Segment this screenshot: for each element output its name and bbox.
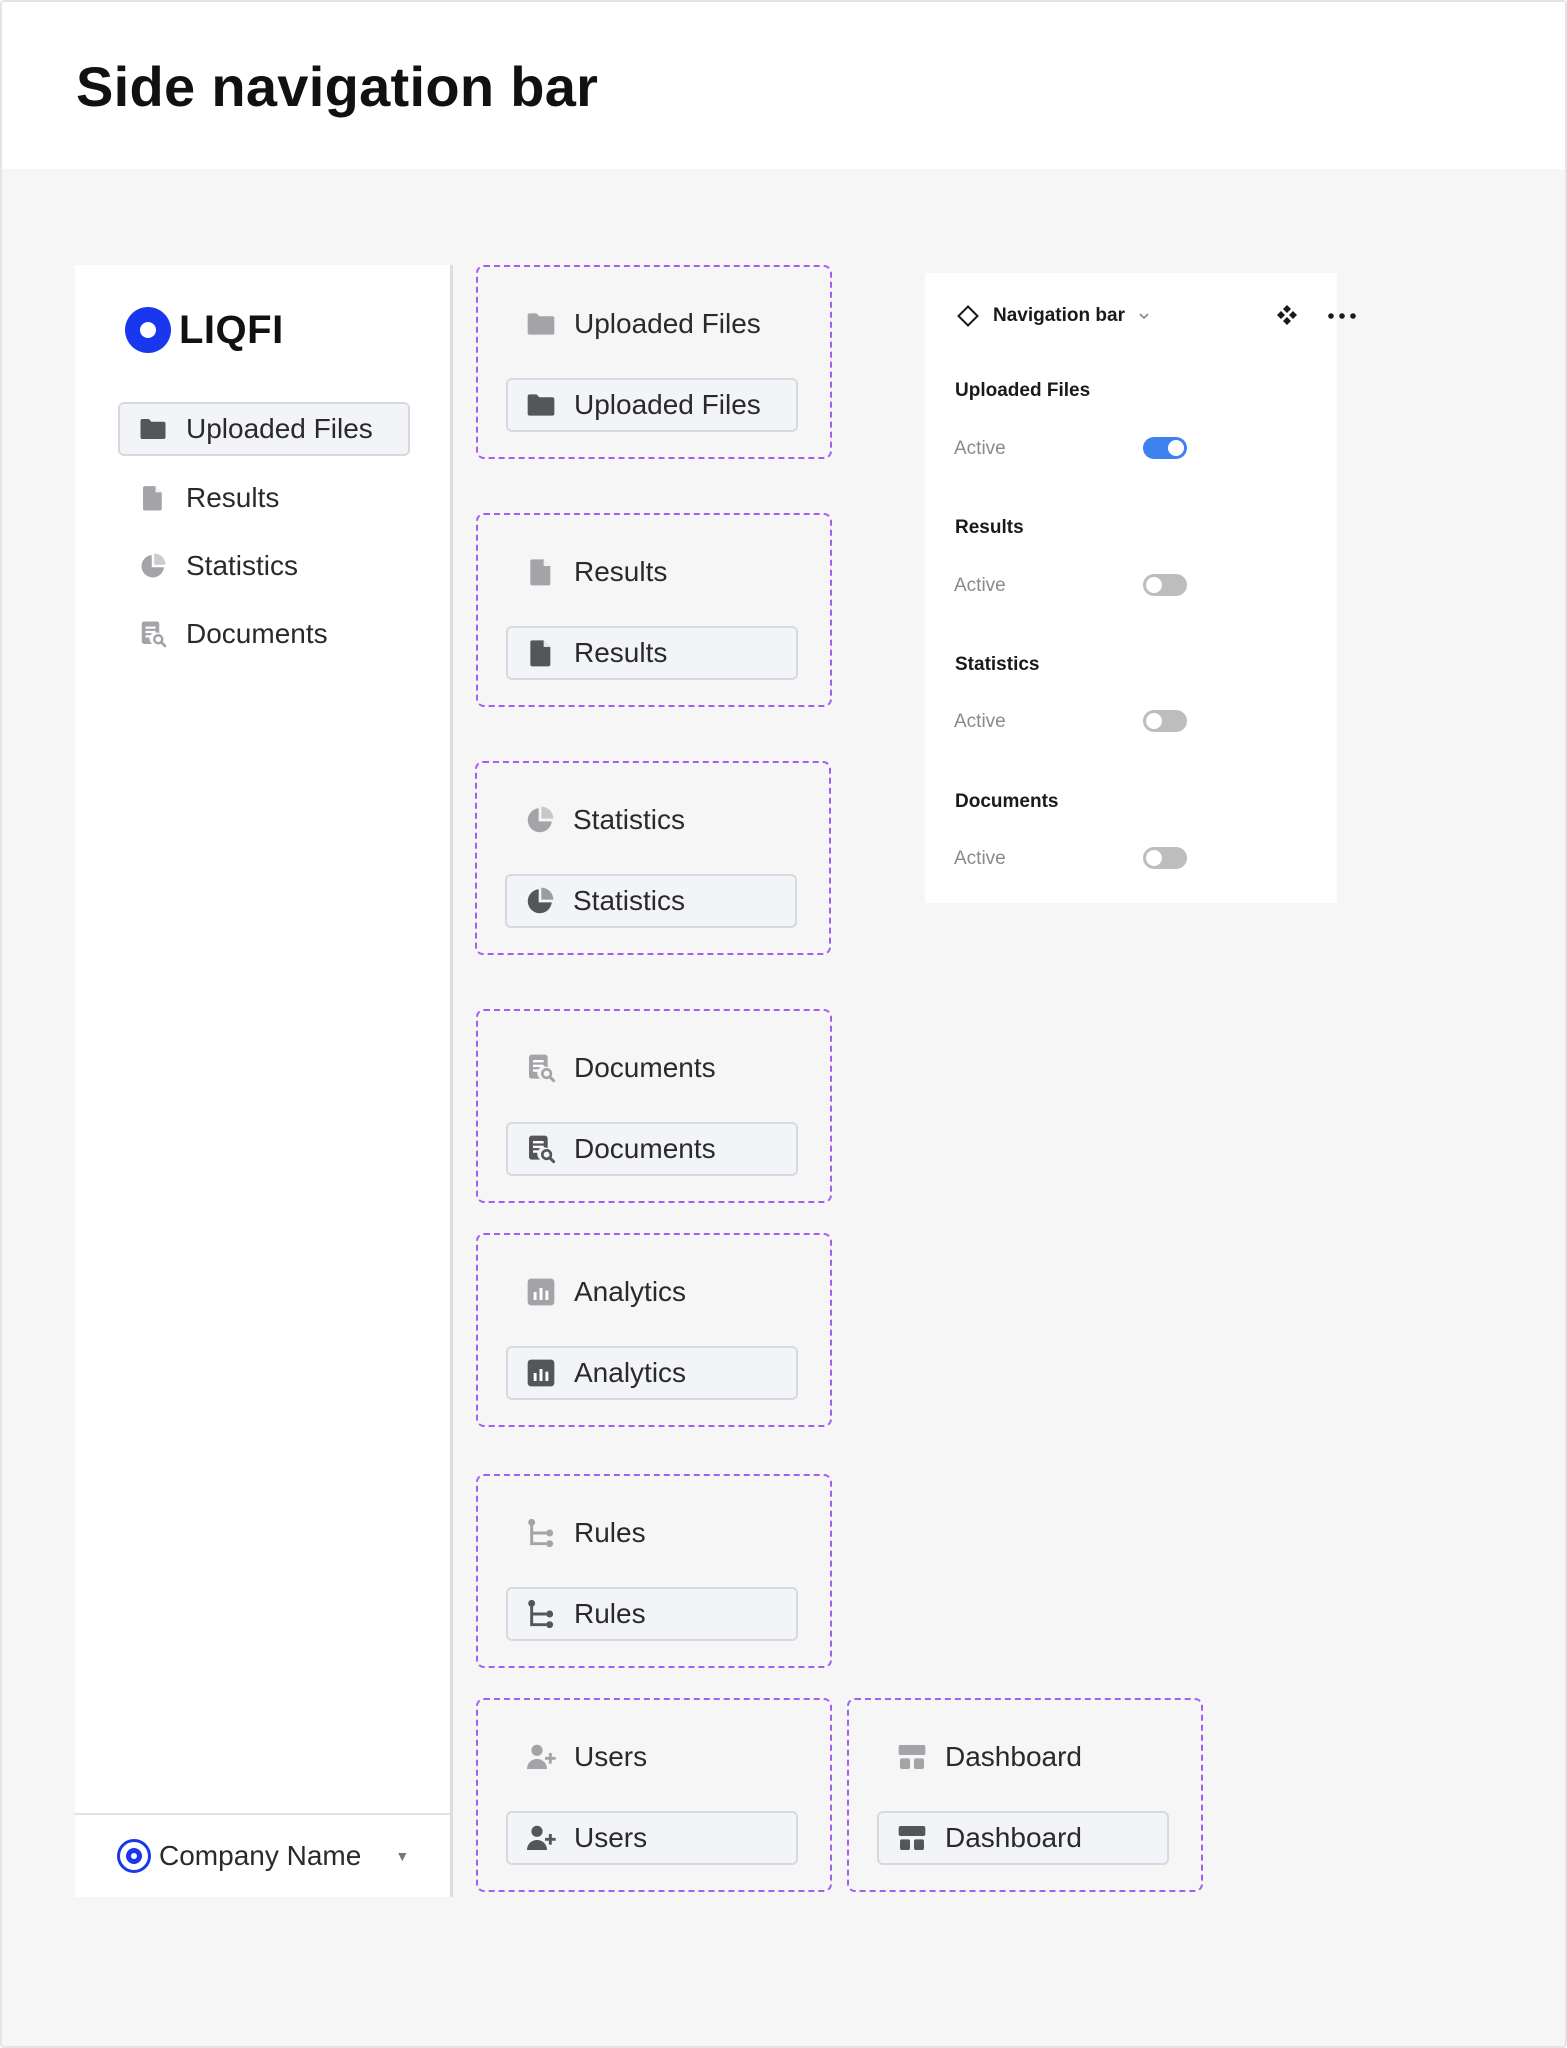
toggle-statistics[interactable] (1143, 710, 1187, 732)
brand-logo-icon (125, 307, 171, 353)
nav-item-active[interactable]: Statistics (505, 874, 797, 928)
sidebar-item-label: Uploaded Files (186, 413, 373, 444)
nav-item-label: Uploaded Files (574, 389, 761, 420)
folder-icon (524, 388, 558, 422)
folder-icon (524, 307, 558, 341)
document-search-icon (138, 619, 168, 649)
file-icon (524, 555, 558, 589)
nav-item-active[interactable]: Dashboard (877, 1811, 1169, 1865)
component-properties-panel: Navigation bar Uploaded Files Active Res… (925, 273, 1356, 903)
bar-chart-icon (524, 1356, 558, 1390)
chevron-down-icon[interactable] (1137, 309, 1151, 323)
sidebar-item-documents[interactable]: Documents (118, 607, 410, 661)
nav-item-default[interactable]: Rules (506, 1506, 798, 1560)
variant-documents: Documents Documents (476, 1009, 832, 1203)
caret-down-icon[interactable]: ▼ (395, 1848, 409, 1864)
nav-item-label: Results (574, 637, 668, 668)
variant-statistics: Statistics Statistics (475, 761, 831, 955)
sidebar-item-label: Results (186, 482, 280, 513)
nav-item-default[interactable]: Dashboard (877, 1730, 1169, 1784)
prop-state-documents: Active (954, 848, 1006, 869)
nav-item-label: Dashboard (945, 1741, 1082, 1772)
canvas-frame: Side navigation bar LIQFI Uploaded Files… (0, 0, 1567, 2048)
company-switcher[interactable]: Company Name ▼ (75, 1813, 450, 1897)
properties-header: Navigation bar (955, 301, 1356, 331)
nav-item-default[interactable]: Analytics (506, 1265, 798, 1319)
nav-item-active[interactable]: Documents (506, 1122, 798, 1176)
nav-item-active[interactable]: Results (506, 626, 798, 680)
page-title: Side navigation bar (76, 55, 599, 118)
prop-state-statistics: Active (954, 711, 1006, 732)
component-icon[interactable] (1273, 301, 1301, 329)
company-name: Company Name (159, 1840, 362, 1871)
sidebar-item-uploaded-files[interactable]: Uploaded Files (118, 402, 410, 456)
brand-name: LIQFI (179, 307, 284, 352)
document-search-icon (524, 1051, 558, 1085)
nav-item-active[interactable]: Users (506, 1811, 798, 1865)
brand[interactable]: LIQFI (125, 307, 284, 353)
document-search-icon (524, 1132, 558, 1166)
variant-analytics: Analytics Analytics (476, 1233, 832, 1427)
nav-item-default[interactable]: Documents (506, 1041, 798, 1095)
prop-label-results: Results (955, 517, 1024, 538)
nav-item-label: Analytics (574, 1276, 687, 1307)
page-header: Side navigation bar (2, 2, 1565, 169)
variant-dashboard: Dashboard Dashboard (847, 1698, 1203, 1892)
file-icon (524, 636, 558, 670)
pie-chart-icon (523, 803, 557, 837)
nav-item-default[interactable]: Results (506, 545, 798, 599)
nav-item-label: Documents (574, 1133, 716, 1164)
sidebar-item-results[interactable]: Results (118, 471, 410, 525)
dashboard-icon (895, 1821, 929, 1855)
variant-users: Users Users (476, 1698, 832, 1892)
pie-chart-icon (523, 884, 557, 918)
nav-item-label: Users (574, 1741, 648, 1772)
toggle-uploaded-files[interactable] (1143, 437, 1187, 459)
sidebar-item-statistics[interactable]: Statistics (118, 539, 410, 593)
file-icon (138, 483, 168, 513)
nav-item-active[interactable]: Analytics (506, 1346, 798, 1400)
toggle-results[interactable] (1143, 574, 1187, 596)
nav-item-label: Uploaded Files (574, 308, 761, 339)
variant-results: Results Results (476, 513, 832, 707)
component-instance-icon (955, 303, 981, 329)
nav-item-default[interactable]: Users (506, 1730, 798, 1784)
nav-item-active[interactable]: Uploaded Files (506, 378, 798, 432)
pie-chart-icon (138, 551, 168, 581)
prop-label-statistics: Statistics (955, 654, 1040, 675)
nav-item-label: Documents (574, 1052, 716, 1083)
nav-item-label: Results (574, 556, 668, 587)
toggle-documents[interactable] (1143, 847, 1187, 869)
tree-icon (524, 1516, 558, 1550)
user-add-icon (524, 1821, 558, 1855)
prop-state-uploaded-files: Active (954, 438, 1006, 459)
nav-item-default[interactable]: Statistics (505, 793, 797, 847)
dashboard-icon (895, 1740, 929, 1774)
more-options-icon[interactable] (1325, 303, 1359, 329)
prop-label-documents: Documents (955, 791, 1059, 812)
nav-item-label: Dashboard (945, 1822, 1082, 1853)
folder-icon (138, 414, 168, 444)
component-name: Navigation bar (993, 305, 1125, 326)
company-logo-icon (117, 1839, 151, 1873)
nav-item-label: Analytics (574, 1357, 687, 1388)
nav-item-label: Rules (574, 1517, 646, 1548)
nav-item-label: Users (574, 1822, 648, 1853)
variant-rules: Rules Rules (476, 1474, 832, 1668)
prop-state-results: Active (954, 575, 1006, 596)
prop-label-uploaded-files: Uploaded Files (955, 380, 1091, 401)
tree-icon (524, 1597, 558, 1631)
sidebar-item-label: Statistics (186, 550, 299, 581)
nav-item-default[interactable]: Uploaded Files (506, 297, 798, 351)
nav-item-label: Rules (574, 1598, 646, 1629)
nav-item-label: Statistics (573, 804, 686, 835)
nav-item-active[interactable]: Rules (506, 1587, 798, 1641)
sidebar-item-label: Documents (186, 618, 328, 649)
variant-uploaded-files: Uploaded Files Uploaded Files (476, 265, 832, 459)
side-navigation-bar: LIQFI Uploaded Files Results Statistics … (75, 265, 453, 1897)
nav-item-label: Statistics (573, 885, 686, 916)
bar-chart-icon (524, 1275, 558, 1309)
user-add-icon (524, 1740, 558, 1774)
